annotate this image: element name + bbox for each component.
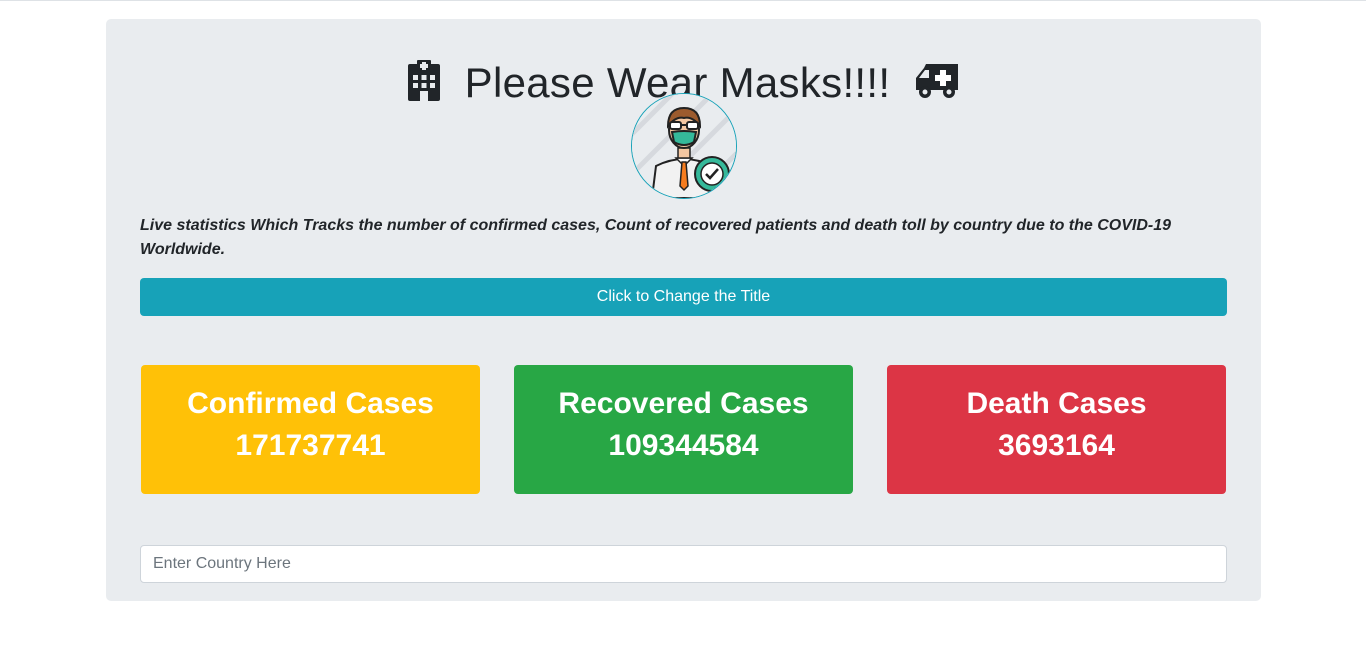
recovered-cases-value: 109344584 bbox=[608, 429, 759, 462]
death-cases-card: Death Cases 3693164 bbox=[887, 365, 1226, 494]
change-title-button[interactable]: Click to Change the Title bbox=[140, 278, 1227, 316]
hospital-icon bbox=[407, 59, 441, 107]
ambulance-icon bbox=[914, 62, 960, 105]
main-panel: Please Wear Masks!!!! Live statistics Wh… bbox=[106, 19, 1261, 601]
confirmed-cases-value: 171737741 bbox=[235, 429, 386, 462]
description-text: Live statistics Which Tracks the number … bbox=[140, 217, 1172, 258]
death-cases-value: 3693164 bbox=[998, 429, 1115, 462]
death-cases-label: Death Cases bbox=[966, 387, 1147, 420]
top-divider bbox=[0, 0, 1366, 1]
masked-doctor-avatar bbox=[631, 93, 737, 199]
recovered-cases-card: Recovered Cases 109344584 bbox=[514, 365, 853, 494]
confirmed-cases-label: Confirmed Cases bbox=[187, 387, 434, 420]
confirmed-cases-card: Confirmed Cases 171737741 bbox=[141, 365, 480, 494]
country-search-input[interactable] bbox=[140, 545, 1227, 583]
recovered-cases-label: Recovered Cases bbox=[558, 387, 809, 420]
